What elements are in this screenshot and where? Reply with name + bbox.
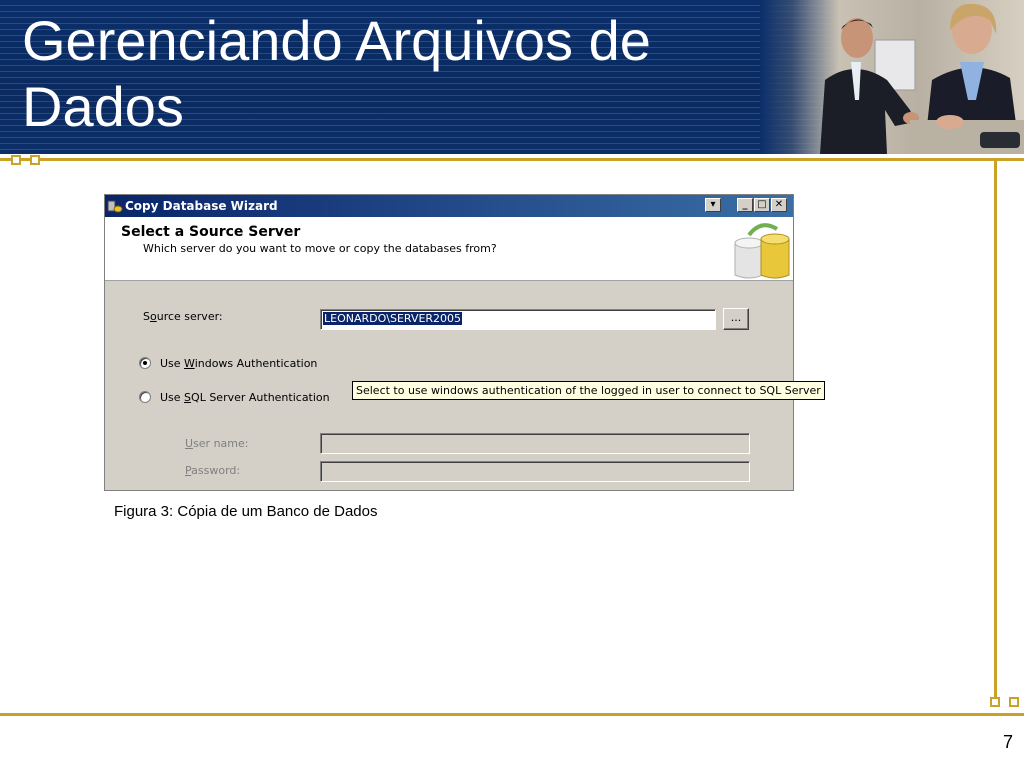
- password-label: Password:: [185, 464, 241, 477]
- close-button[interactable]: ✕: [771, 198, 787, 212]
- business-people-photo: [760, 0, 1024, 154]
- gold-bottom-line: [0, 713, 1024, 716]
- source-server-value: LEONARDO\SERVER2005: [323, 312, 463, 325]
- slide-banner: Gerenciando Arquivos de Dados: [0, 0, 1024, 154]
- user-name-input[interactable]: [320, 433, 750, 454]
- businesswoman-figure: [910, 3, 1024, 154]
- page-title: Gerenciando Arquivos de Dados: [22, 9, 651, 138]
- database-cylinder-icon: [734, 223, 790, 279]
- gold-square-ornament: [990, 697, 1000, 707]
- database-wizard-icon: [107, 200, 123, 213]
- gold-top-line: [0, 158, 1024, 161]
- browse-servers-button[interactable]: ...: [723, 308, 749, 330]
- sql-auth-radio[interactable]: [139, 391, 151, 403]
- dialog-titlebar[interactable]: Copy Database Wizard ▾ _ □ ✕: [105, 195, 793, 217]
- figure-caption: Figura 3: Cópia de um Banco de Dados: [114, 503, 378, 520]
- source-server-input[interactable]: LEONARDO\SERVER2005: [320, 309, 716, 330]
- source-server-label: Source server:: [143, 310, 223, 323]
- user-name-label: User name:: [185, 437, 249, 450]
- password-input[interactable]: [320, 461, 750, 482]
- dialog-title: Copy Database Wizard: [125, 199, 278, 213]
- wizard-step-subtitle: Which server do you want to move or copy…: [143, 242, 497, 255]
- wizard-header-panel: Select a Source Server Which server do y…: [105, 217, 793, 281]
- maximize-button[interactable]: □: [754, 198, 770, 212]
- sql-auth-label[interactable]: Use SQL Server Authentication: [160, 391, 330, 404]
- windows-auth-tooltip: Select to use windows authentication of …: [352, 381, 825, 400]
- gold-square-ornament: [1009, 697, 1019, 707]
- copy-database-wizard-dialog: Copy Database Wizard ▾ _ □ ✕ Select a So…: [104, 194, 794, 491]
- radio-selected-dot: [143, 361, 147, 365]
- gold-square-ornament: [30, 155, 40, 165]
- page-number: 7: [1002, 732, 1013, 752]
- windows-auth-radio[interactable]: [139, 357, 151, 369]
- windows-auth-label[interactable]: Use Windows Authentication: [160, 357, 317, 370]
- minimize-button[interactable]: _: [737, 198, 753, 212]
- system-menu-button[interactable]: ▾: [705, 198, 721, 212]
- businessman-figure: [820, 18, 919, 154]
- wizard-step-title: Select a Source Server: [121, 224, 301, 240]
- gold-square-ornament: [11, 155, 21, 165]
- gold-right-line: [994, 160, 997, 700]
